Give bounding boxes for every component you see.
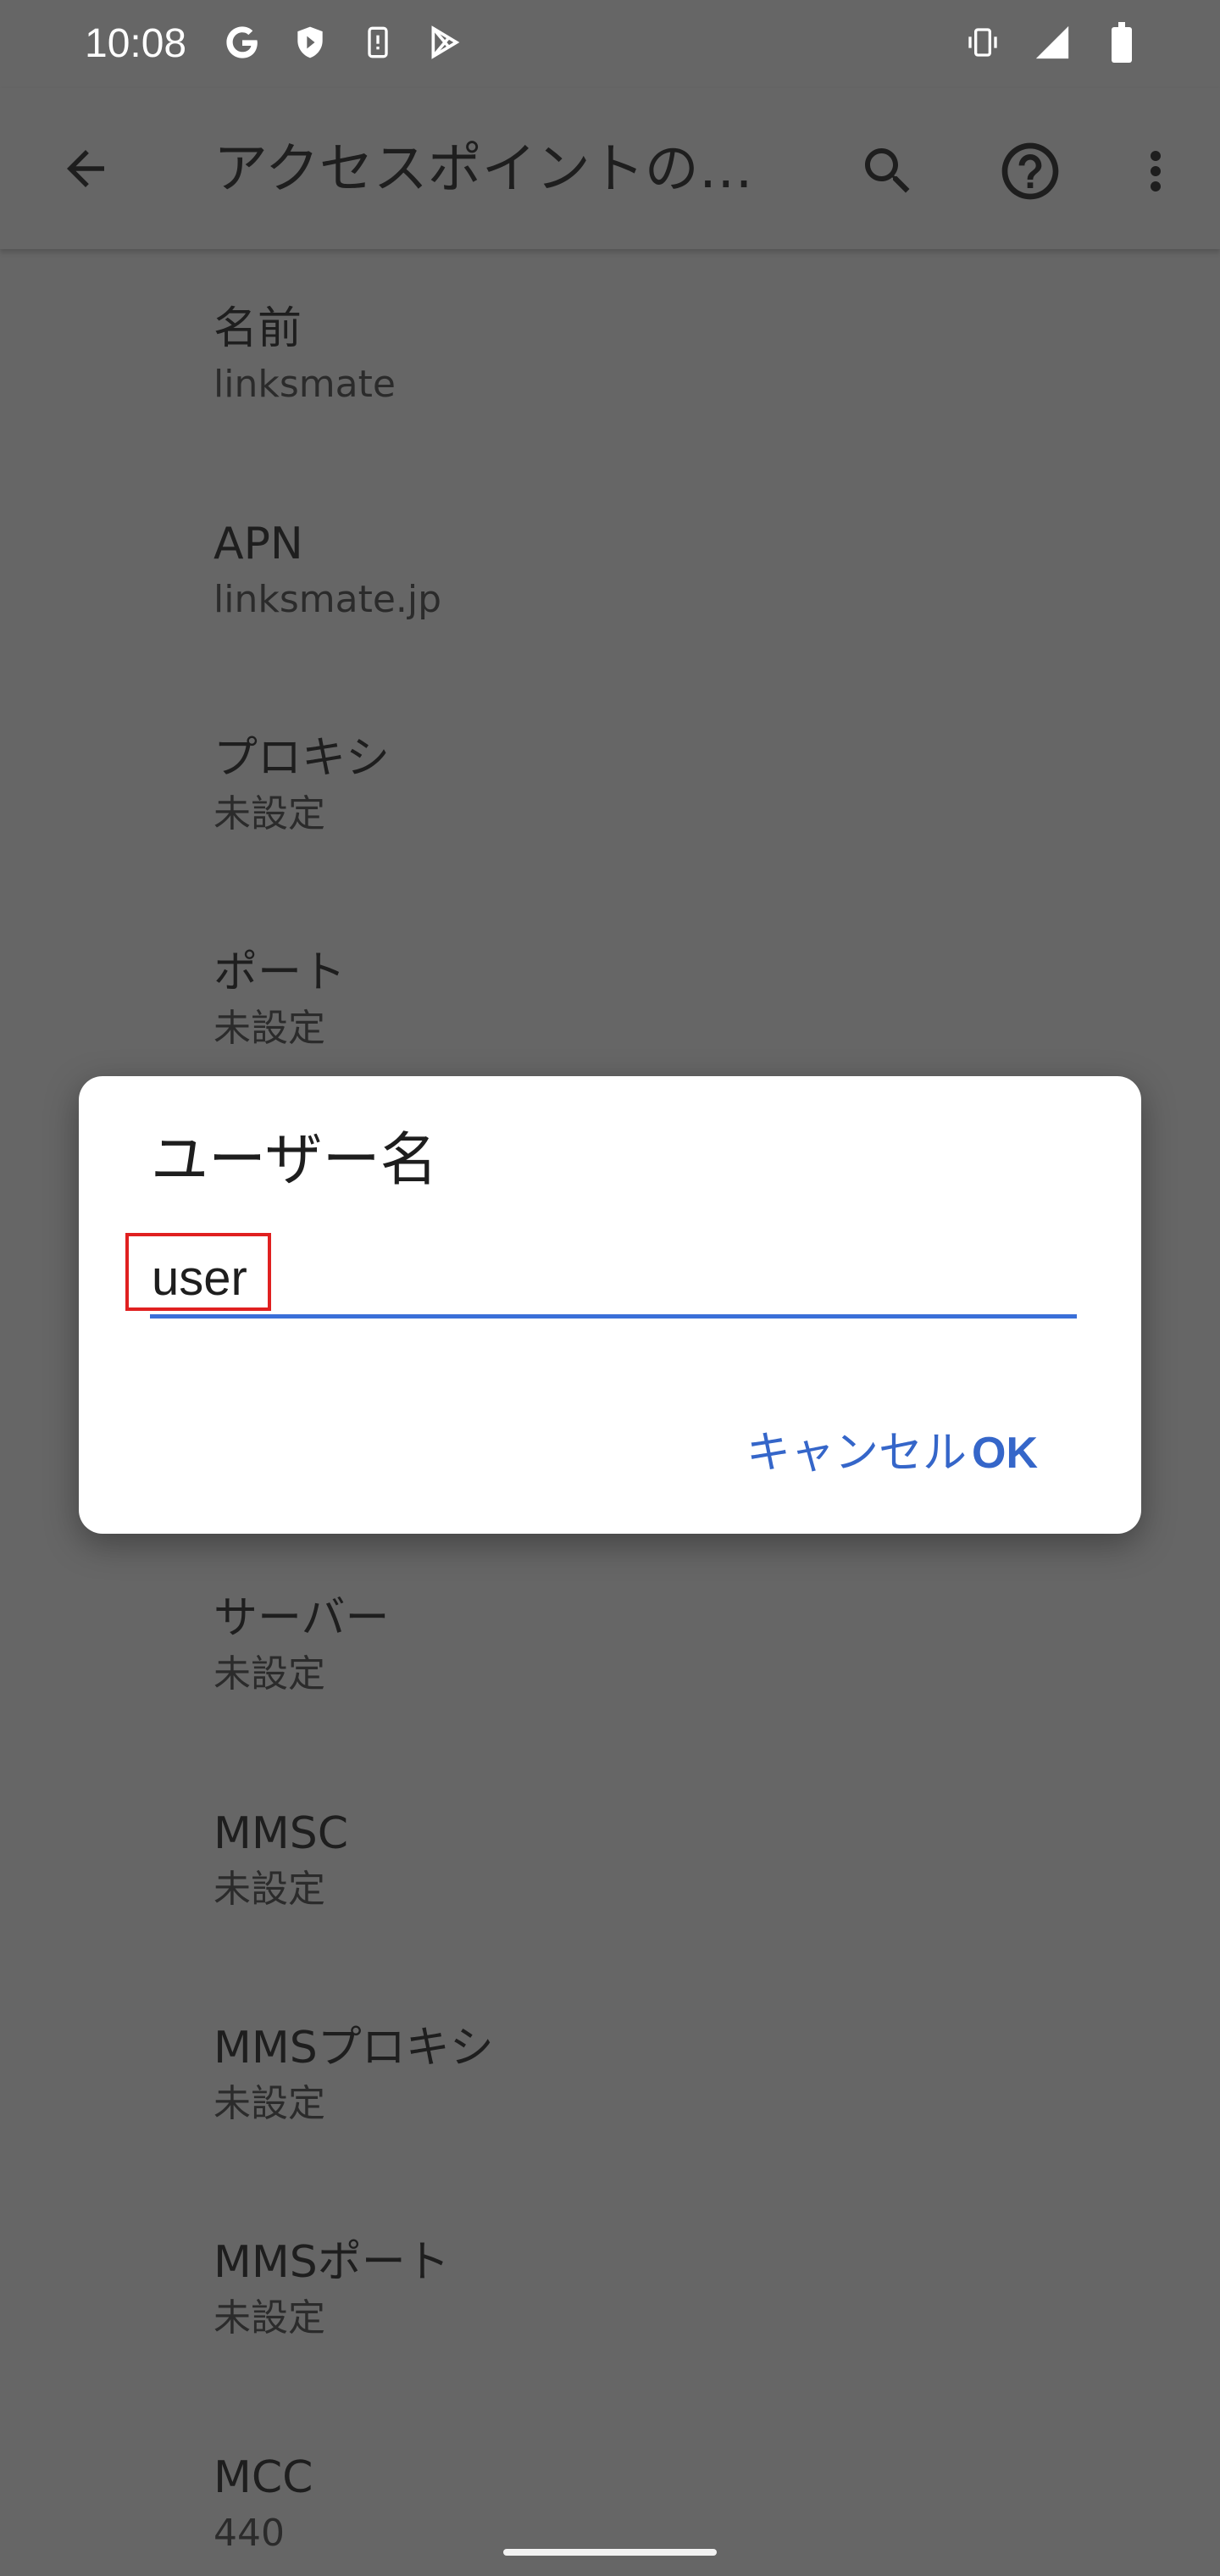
arrow-back-icon — [67, 150, 104, 187]
pref-title: MMSC — [214, 1808, 349, 1859]
username-input[interactable] — [150, 1241, 1079, 1314]
more-options-button[interactable] — [1115, 130, 1196, 212]
pref-summary: 未設定 — [214, 1652, 325, 1696]
play-store-icon — [424, 20, 468, 64]
search-icon — [865, 148, 910, 193]
pref-title: MMSプロキシ — [214, 2023, 494, 2074]
pref-title: MMSポート — [214, 2237, 450, 2288]
signal-icon — [1030, 20, 1074, 64]
pref-summary: linksmate — [214, 363, 396, 406]
gesture-nav-bar[interactable] — [503, 2549, 717, 2556]
pref-title: 名前 — [214, 303, 302, 354]
pref-item-proxy[interactable]: プロキシ 未設定 — [214, 731, 1145, 901]
help-icon — [1001, 142, 1059, 200]
pref-title: ポート — [214, 947, 347, 998]
back-button[interactable] — [47, 130, 124, 207]
pref-summary: 未設定 — [214, 1868, 325, 1911]
status-icons-left — [220, 20, 468, 64]
pref-summary: 未設定 — [214, 792, 325, 836]
pref-title: MCC — [214, 2452, 313, 2503]
highlight-box — [125, 1233, 271, 1311]
pref-title: APN — [214, 519, 303, 569]
device-icon — [356, 20, 400, 64]
pref-item-name[interactable]: 名前 linksmate — [214, 302, 1145, 471]
status-icons-right — [961, 20, 1144, 64]
status-bar: 10:08 — [0, 0, 1220, 88]
pref-item-apn[interactable]: APN linksmate.jp — [214, 517, 1145, 686]
pref-item-mms-proxy[interactable]: MMSプロキシ 未設定 — [214, 2021, 1145, 2190]
dialog-title: ユーザー名 — [151, 1127, 438, 1194]
pref-item-server[interactable]: サーバー 未設定 — [214, 1591, 1145, 1761]
username-dialog: ユーザー名 キャンセル OK — [79, 1076, 1141, 1534]
pref-item-mcc[interactable]: MCC 440 — [214, 2451, 1145, 2576]
more-vert-icon — [1151, 151, 1161, 192]
username-input-wrap — [150, 1241, 1079, 1323]
battery-icon — [1100, 20, 1144, 64]
app-bar: アクセスポイントの… — [0, 88, 1220, 249]
status-time: 10:08 — [85, 21, 187, 66]
google-icon — [220, 20, 264, 64]
pref-item-mmsc[interactable]: MMSC 未設定 — [214, 1807, 1145, 1976]
pref-title: サーバー — [214, 1593, 390, 1644]
ok-button[interactable]: OK — [957, 1411, 1053, 1496]
pref-item-mms-port[interactable]: MMSポート 未設定 — [214, 2235, 1145, 2405]
vibrate-icon — [961, 20, 1005, 64]
screen: 10:08 アクセスポイントの… 名前 linksmate APN linksm… — [0, 0, 1220, 2576]
page-title: アクセスポイントの… — [214, 138, 753, 201]
pref-summary: linksmate.jp — [214, 578, 442, 621]
input-underline — [150, 1314, 1077, 1319]
search-button[interactable] — [847, 130, 929, 212]
pref-summary: 未設定 — [214, 1007, 325, 1050]
pref-summary: 未設定 — [214, 2082, 325, 2125]
pref-title: プロキシ — [214, 733, 391, 784]
help-button[interactable] — [990, 130, 1071, 212]
cancel-button[interactable]: キャンセル — [731, 1411, 982, 1496]
shield-icon — [288, 20, 332, 64]
pref-summary: 未設定 — [214, 2296, 325, 2340]
